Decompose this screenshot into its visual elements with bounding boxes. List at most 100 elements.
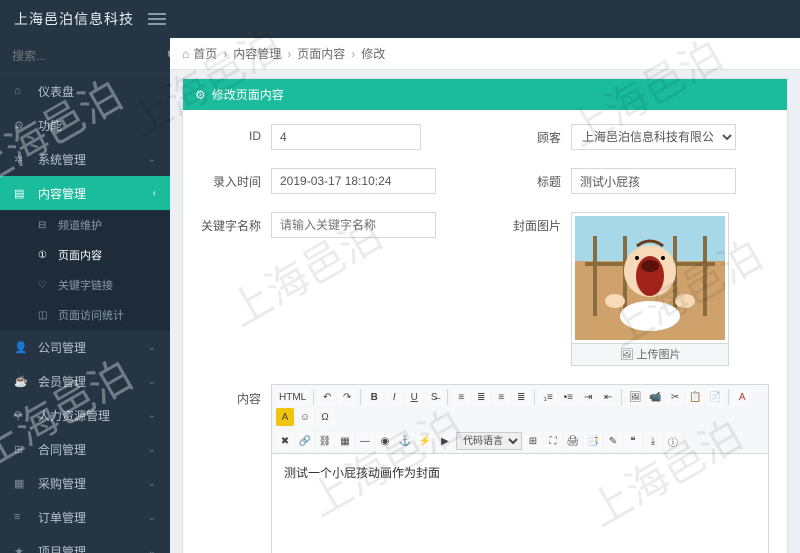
sidebar-item-purchase[interactable]: ▦ 采购管理 ⌄ — [0, 466, 170, 500]
print-icon[interactable]: 🖨 — [564, 432, 582, 450]
sidebar: 🔍 ⌂ 仪表盘 ⚙ 功能 ✲ 系统管理 ⌄ ▤ 内容管理 ‹ — [0, 38, 170, 553]
label-keyword: 关键字名称 — [201, 212, 271, 234]
underline-icon[interactable]: U — [405, 388, 423, 406]
ol-icon[interactable]: ₁≡ — [539, 388, 557, 406]
indent-icon[interactable]: ⇥ — [579, 388, 597, 406]
submenu-page-content[interactable]: ① 页面内容 — [0, 240, 170, 270]
table-icon[interactable]: ▦ — [336, 432, 354, 450]
strike-icon[interactable]: S̶ — [425, 388, 443, 406]
chevron-down-icon: ⌄ — [148, 410, 156, 421]
search-input[interactable] — [12, 49, 167, 63]
chevron-down-icon: ⌄ — [148, 478, 156, 489]
input-id[interactable] — [271, 124, 421, 150]
input-keyword[interactable] — [271, 212, 436, 238]
video-icon[interactable]: 📹 — [646, 388, 664, 406]
input-title[interactable] — [571, 168, 736, 194]
cut-icon[interactable]: ✂ — [666, 388, 684, 406]
redo-icon[interactable]: ↷ — [338, 388, 356, 406]
submenu-label: 频道维护 — [58, 217, 102, 233]
select-customer[interactable]: 上海邑泊信息科技有限公司 — [571, 124, 736, 150]
sidebar-item-label: 项目管理 — [38, 543, 86, 553]
symbol-icon[interactable]: Ω — [316, 408, 334, 426]
label-customer: 顾客 — [511, 124, 571, 146]
circle-icon: ① — [38, 250, 52, 261]
html-button[interactable]: HTML — [276, 388, 309, 406]
sidebar-item-dashboard[interactable]: ⌂ 仪表盘 — [0, 74, 170, 108]
bold-icon[interactable]: B — [365, 388, 383, 406]
copy-icon[interactable]: 📋 — [686, 388, 704, 406]
pagebreak-icon[interactable]: ⤓ — [644, 432, 662, 450]
upload-button[interactable]: 🖼 上传图片 — [571, 344, 729, 366]
person-icon: 👤 — [14, 341, 30, 354]
sidebar-item-project[interactable]: ★ 项目管理 ⌄ — [0, 534, 170, 553]
sidebar-item-label: 内容管理 — [38, 185, 86, 202]
content-icon: ▤ — [14, 187, 30, 200]
link-icon[interactable]: 🔗 — [296, 432, 314, 450]
template-icon[interactable]: 📑 — [584, 432, 602, 450]
text-color-icon[interactable]: A — [733, 388, 751, 406]
outdent-icon[interactable]: ⇤ — [599, 388, 617, 406]
sidebar-item-hr[interactable]: ⚲ 人力资源管理 ⌄ — [0, 398, 170, 432]
submenu-label: 页面内容 — [58, 247, 102, 263]
align-center-icon[interactable]: ≣ — [472, 388, 490, 406]
cover-block: 🖼 上传图片 — [571, 212, 729, 366]
star-icon: ★ — [14, 545, 30, 553]
align-justify-icon[interactable]: ≣ — [512, 388, 530, 406]
submenu-channel[interactable]: ⊟ 频道维护 — [0, 210, 170, 240]
italic-icon[interactable]: I — [385, 388, 403, 406]
hr-icon[interactable]: — — [356, 432, 374, 450]
about-icon[interactable]: ⓘ — [664, 432, 682, 450]
cover-image — [575, 216, 725, 340]
anchor-icon[interactable]: ⚓ — [396, 432, 414, 450]
chevron-down-icon: ⌄ — [148, 342, 156, 353]
panel-title: 修改页面内容 — [212, 86, 284, 103]
sidebar-item-contract[interactable]: ⊞ 合同管理 ⌄ — [0, 432, 170, 466]
align-left-icon[interactable]: ≡ — [452, 388, 470, 406]
eraser-icon[interactable]: ✖ — [276, 432, 294, 450]
breadcrumb-l1[interactable]: 内容管理 — [233, 45, 281, 62]
submenu-label: 关键字链接 — [58, 277, 113, 293]
submenu-keyword[interactable]: ♡ 关键字链接 — [0, 270, 170, 300]
media-icon[interactable]: ▶ — [436, 432, 454, 450]
editor-content[interactable]: 测试一个小屁孩动画作为封面 — [272, 454, 768, 553]
trophy-icon: ☕ — [14, 375, 30, 388]
paste-icon[interactable]: 📄 — [706, 388, 724, 406]
cog-icon: ✲ — [14, 153, 30, 166]
form: ID 顾客 上海邑泊信息科技有限公司 录入时间 — [183, 110, 787, 553]
flash-icon[interactable]: ⚡ — [416, 432, 434, 450]
unlink-icon[interactable]: ⛓ — [316, 432, 334, 450]
emoji-icon[interactable]: ☺ — [296, 408, 314, 426]
ul-icon[interactable]: •≡ — [559, 388, 577, 406]
hamburger-icon[interactable] — [148, 13, 166, 25]
bg-color-icon[interactable]: A — [276, 408, 294, 426]
breadcrumb-l2[interactable]: 页面内容 — [297, 45, 345, 62]
image-icon[interactable]: 🖼 — [626, 388, 644, 406]
gear-icon: ⚙ — [14, 119, 30, 132]
align-right-icon[interactable]: ≡ — [492, 388, 510, 406]
code-lang-select[interactable]: 代码语言 — [456, 432, 522, 450]
sidebar-item-content[interactable]: ▤ 内容管理 ‹ — [0, 176, 170, 210]
map-icon[interactable]: ◉ — [376, 432, 394, 450]
undo-icon[interactable]: ↶ — [318, 388, 336, 406]
submenu-stats[interactable]: ◫ 页面访问统计 — [0, 300, 170, 330]
sidebar-item-system[interactable]: ✲ 系统管理 ⌄ — [0, 142, 170, 176]
sidebar-item-order[interactable]: ≡ 订单管理 ⌄ — [0, 500, 170, 534]
search-icon[interactable]: 🔍 — [167, 49, 170, 63]
panel-icon: ◫ — [38, 310, 52, 321]
topbar: 上海邑泊信息科技 — [0, 0, 800, 38]
gear-icon: ⚙ — [195, 88, 206, 102]
edit-panel: ⚙ 修改页面内容 ID 顾客 上海邑泊信息科技有限公司 — [182, 78, 788, 553]
preview-icon[interactable]: ⊞ — [524, 432, 542, 450]
chevron-left-icon: ‹ — [153, 188, 156, 199]
separator-icon: › — [287, 47, 291, 61]
fullscreen-icon[interactable]: ⛶ — [544, 432, 562, 450]
sidebar-item-member[interactable]: ☕ 会员管理 ⌄ — [0, 364, 170, 398]
rich-editor: HTML ↶ ↷ B I U S̶ ≡ ≣ ≡ — [271, 384, 769, 553]
breadcrumb-home[interactable]: 首页 — [193, 45, 217, 62]
format-icon[interactable]: ✎ — [604, 432, 622, 450]
quote-icon[interactable]: ❝ — [624, 432, 642, 450]
sidebar-item-company[interactable]: 👤 公司管理 ⌄ — [0, 330, 170, 364]
sidebar-item-function[interactable]: ⚙ 功能 — [0, 108, 170, 142]
input-time[interactable] — [271, 168, 436, 194]
chevron-down-icon: ⌄ — [148, 512, 156, 523]
